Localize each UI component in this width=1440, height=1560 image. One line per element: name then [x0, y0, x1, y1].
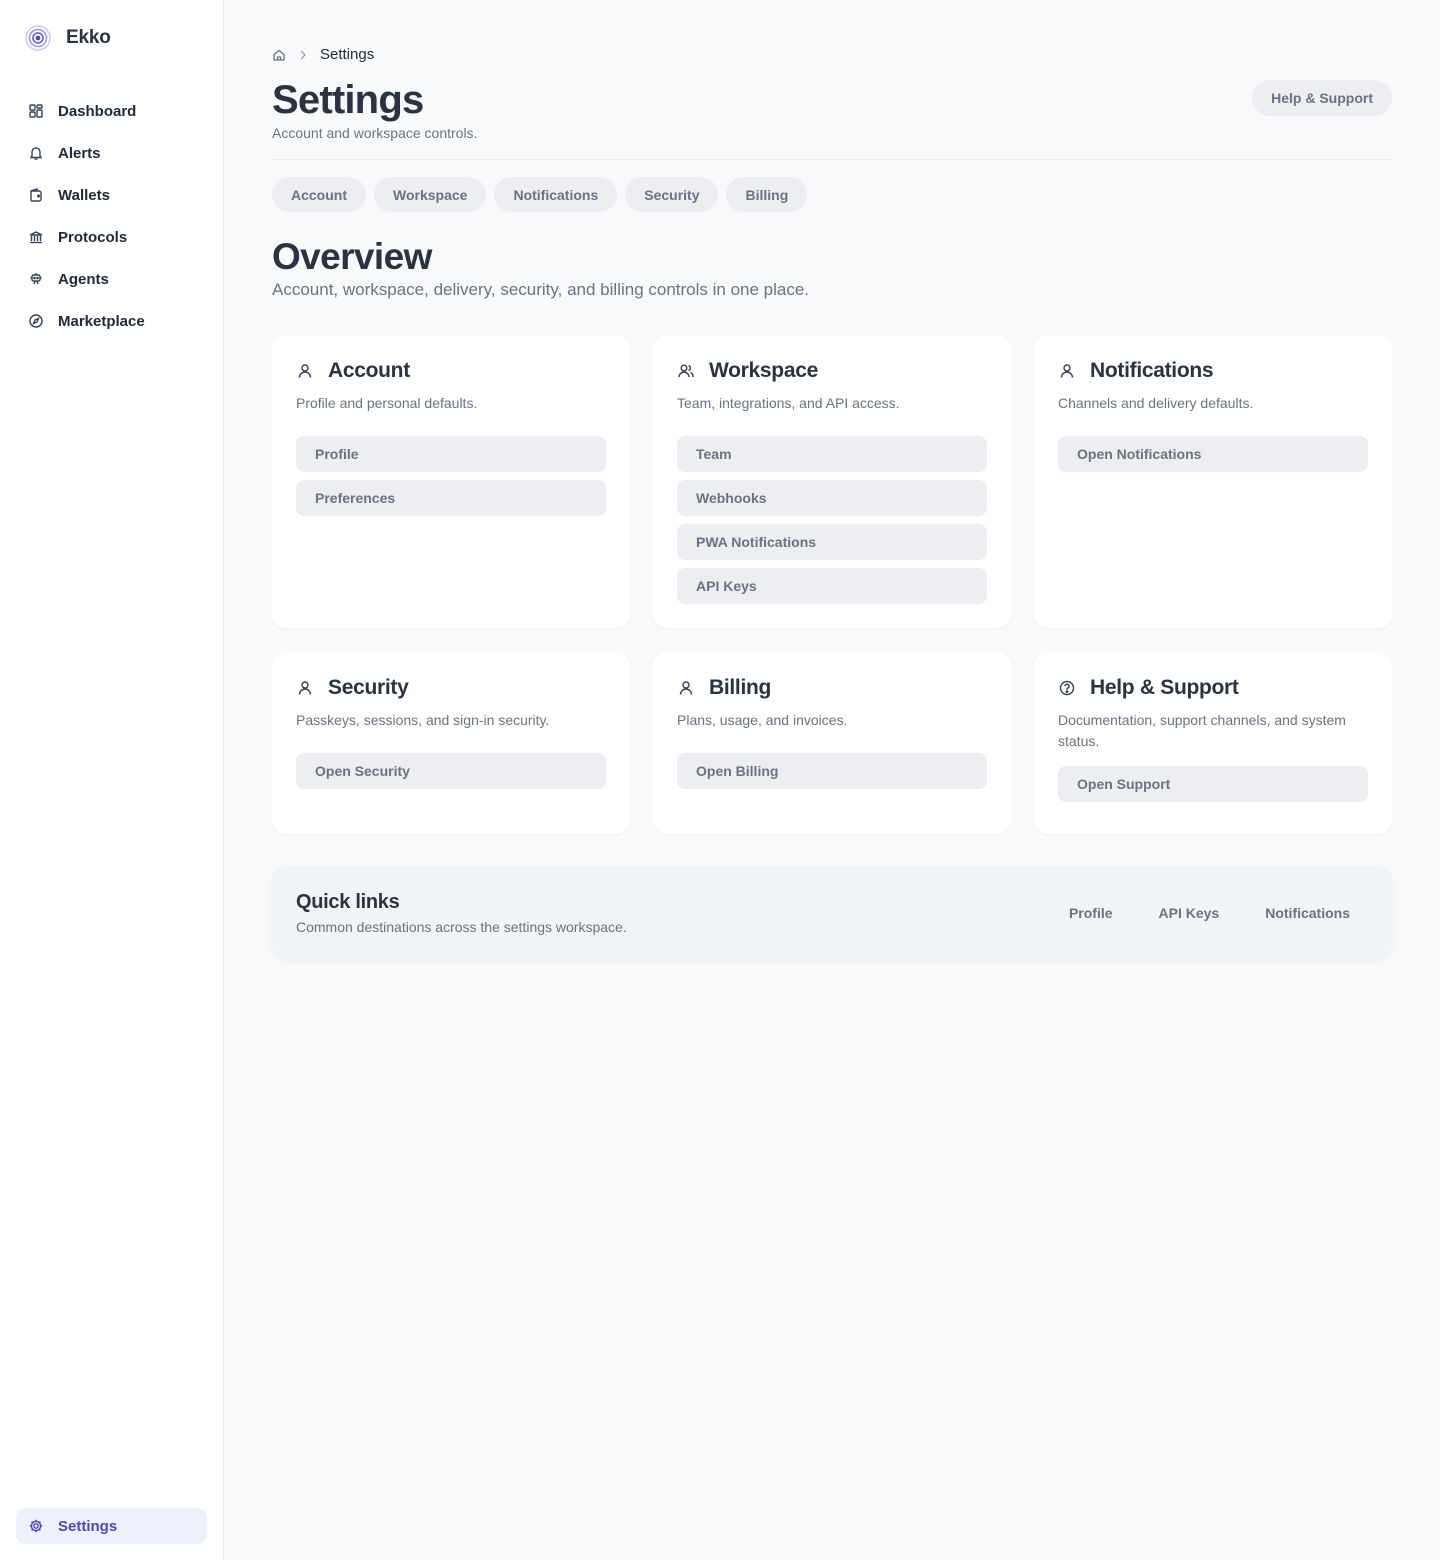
preferences-link[interactable]: Preferences: [296, 480, 606, 516]
card-billing: Billing Plans, usage, and invoices. Open…: [653, 652, 1011, 834]
open-billing-button[interactable]: Open Billing: [677, 753, 987, 789]
sidebar-nav: Dashboard Alerts Wallets Protocols Agent…: [16, 90, 208, 342]
chevron-right-icon: [300, 50, 306, 59]
help-circle-icon: [1059, 680, 1075, 696]
team-link[interactable]: Team: [677, 436, 987, 472]
dashboard-icon: [29, 104, 43, 118]
settings-tabs: Account Workspace Notifications Security…: [272, 177, 808, 212]
open-support-button[interactable]: Open Support: [1058, 766, 1368, 802]
card-title: Help & Support: [1090, 676, 1239, 699]
header-divider: [272, 159, 1392, 160]
sidebar-item-label: Alerts: [58, 144, 101, 162]
breadcrumb: Settings: [272, 46, 374, 63]
sidebar-item-alerts[interactable]: Alerts: [16, 132, 208, 174]
api-keys-link[interactable]: API Keys: [677, 568, 987, 604]
card-description: Channels and delivery defaults.: [1058, 395, 1254, 411]
quick-links-panel: Quick links Common destinations across t…: [272, 866, 1392, 960]
user-icon: [298, 681, 312, 695]
tab-workspace[interactable]: Workspace: [374, 177, 487, 212]
sidebar-item-label: Settings: [58, 1517, 118, 1535]
user-icon: [1060, 364, 1074, 378]
robot-icon: [30, 273, 42, 285]
user-icon: [679, 681, 693, 695]
sidebar-item-label: Marketplace: [58, 312, 145, 330]
overview-subtitle: Account, workspace, delivery, security, …: [272, 280, 810, 299]
card-title: Notifications: [1090, 359, 1214, 382]
card-description: Plans, usage, and invoices.: [677, 712, 848, 728]
tab-notifications[interactable]: Notifications: [494, 177, 618, 212]
card-description: Documentation, support channels, and sys…: [1058, 712, 1346, 749]
sidebar-item-label: Dashboard: [58, 102, 137, 120]
pwa-notifications-link[interactable]: PWA Notifications: [677, 524, 987, 560]
card-description: Team, integrations, and API access.: [677, 395, 900, 411]
sidebar-item-label: Wallets: [58, 186, 110, 204]
quick-link-api-keys[interactable]: API Keys: [1141, 895, 1238, 931]
sidebar-item-protocols[interactable]: Protocols: [16, 216, 208, 258]
card-title: Billing: [709, 676, 772, 699]
brand[interactable]: Ekko: [24, 24, 111, 52]
quick-links-subtitle: Common destinations across the settings …: [296, 919, 627, 935]
sidebar: Ekko Dashboard Alerts Wallets Protocols …: [0, 0, 224, 1560]
tab-account[interactable]: Account: [272, 177, 366, 212]
sidebar-item-label: Protocols: [58, 228, 128, 246]
card-security: Security Passkeys, sessions, and sign-in…: [272, 652, 630, 834]
open-security-button[interactable]: Open Security: [296, 753, 606, 789]
sidebar-item-agents[interactable]: Agents: [16, 258, 208, 300]
sidebar-item-dashboard[interactable]: Dashboard: [16, 90, 208, 132]
users-icon: [678, 364, 694, 378]
gear-icon: [29, 1519, 43, 1533]
tab-billing[interactable]: Billing: [726, 177, 808, 212]
card-description: Profile and personal defaults.: [296, 395, 478, 411]
card-workspace: Workspace Team, integrations, and API ac…: [653, 335, 1011, 628]
card-notifications: Notifications Channels and delivery defa…: [1034, 335, 1392, 628]
user-icon: [298, 364, 312, 378]
sidebar-item-settings[interactable]: Settings: [16, 1508, 207, 1544]
card-title: Security: [328, 676, 409, 699]
tab-security[interactable]: Security: [625, 177, 719, 212]
quick-link-profile[interactable]: Profile: [1051, 895, 1131, 931]
page-title: Settings: [272, 78, 424, 122]
bank-icon: [29, 231, 43, 244]
bell-icon: [29, 147, 43, 160]
card-title: Workspace: [709, 359, 818, 382]
ekko-logo-icon: [25, 25, 51, 51]
home-icon[interactable]: [272, 48, 286, 62]
card-description: Passkeys, sessions, and sign-in security…: [296, 712, 550, 728]
card-account: Account Profile and personal defaults. P…: [272, 335, 630, 628]
card-title: Account: [328, 359, 410, 382]
sidebar-item-wallets[interactable]: Wallets: [16, 174, 208, 216]
compass-icon: [29, 314, 43, 328]
quick-links-title: Quick links: [296, 891, 400, 913]
quick-link-notifications[interactable]: Notifications: [1247, 895, 1368, 931]
overview-title: Overview: [272, 236, 432, 277]
brand-name: Ekko: [66, 27, 111, 48]
card-help-support: Help & Support Documentation, support ch…: [1034, 652, 1392, 834]
profile-link[interactable]: Profile: [296, 436, 606, 472]
breadcrumb-current: Settings: [320, 46, 375, 63]
wallet-icon: [30, 188, 42, 202]
open-notifications-button[interactable]: Open Notifications: [1058, 436, 1368, 472]
page-subtitle: Account and workspace controls.: [272, 125, 478, 141]
help-support-button[interactable]: Help & Support: [1252, 80, 1392, 116]
webhooks-link[interactable]: Webhooks: [677, 480, 987, 516]
sidebar-item-marketplace[interactable]: Marketplace: [16, 300, 208, 342]
sidebar-item-label: Agents: [58, 270, 109, 288]
